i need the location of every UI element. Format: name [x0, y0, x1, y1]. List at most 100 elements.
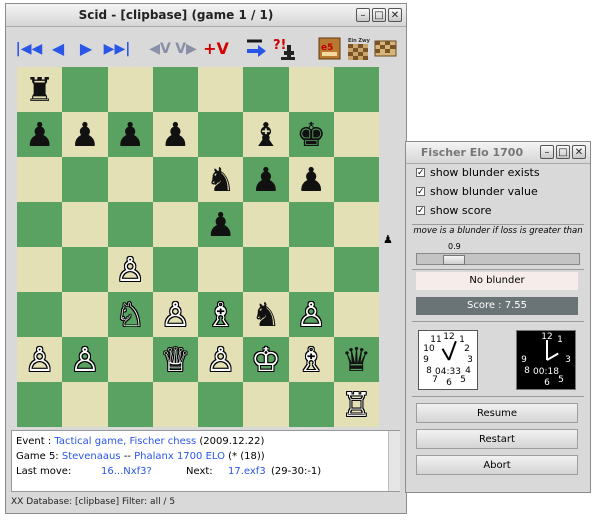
minimize-button[interactable]: –	[356, 8, 370, 22]
board-square[interactable]: ♙	[107, 247, 153, 292]
board-square[interactable]: ♜	[17, 67, 63, 112]
board-square[interactable]	[198, 247, 244, 292]
board-square[interactable]: ♟	[62, 112, 108, 157]
black-piece-icon[interactable]: ♞	[243, 292, 288, 337]
board-square[interactable]: ♛	[333, 337, 379, 382]
black-piece-icon[interactable]: ♟	[198, 202, 243, 247]
chess-board[interactable]: ♜ ♟ ♟ ♟ ♟ ♝ ♚ ♞ ♟ ♟ ♟ ♙ ♘ ♙ ♗ ♞ ♙ ♙ ♙ ♕ ♙ ♔ ♗ ♛ ♖	[17, 67, 379, 427]
white-piece-icon[interactable]: ♙	[62, 337, 107, 382]
black-piece-icon[interactable]: ♚	[289, 112, 334, 157]
forward-move-button[interactable]: ▶	[74, 35, 98, 63]
black-piece-icon[interactable]: ♜	[17, 67, 62, 112]
board-square[interactable]	[333, 112, 379, 157]
board-square[interactable]: ♕	[152, 337, 198, 382]
board-icon[interactable]	[374, 35, 398, 63]
add-variation-button[interactable]: +V	[203, 35, 229, 63]
last-move-link[interactable]: 16...Nxf3?	[101, 464, 152, 479]
board-square[interactable]	[62, 202, 108, 247]
board-square[interactable]: ♟	[107, 112, 153, 157]
black-piece-icon[interactable]: ♟	[17, 112, 62, 157]
board-square[interactable]: ♟	[198, 202, 244, 247]
option-show-score[interactable]: ✓ show score	[406, 201, 592, 220]
white-piece-icon[interactable]: ♙	[153, 292, 198, 337]
board-square[interactable]	[17, 202, 63, 247]
board-square[interactable]	[17, 382, 63, 427]
white-piece-icon[interactable]: ♘	[108, 292, 153, 337]
white-piece-icon[interactable]: ♗	[289, 337, 334, 382]
board-square[interactable]: ♞	[198, 157, 244, 202]
board-square[interactable]	[333, 157, 379, 202]
board-square[interactable]	[17, 157, 63, 202]
next-move-link[interactable]: 17.exf3	[228, 464, 266, 479]
fischer-close-button[interactable]: ✕	[572, 145, 586, 159]
black-piece-icon[interactable]: ♝	[243, 112, 288, 157]
board-square[interactable]	[288, 247, 334, 292]
board-square[interactable]: ♔	[243, 337, 289, 382]
fischer-minimize-button[interactable]: –	[540, 145, 554, 159]
board-square[interactable]: ♙	[288, 292, 334, 337]
board-square[interactable]: ♗	[198, 292, 244, 337]
blunder-exists-checkbox[interactable]: ✓	[416, 168, 425, 178]
black-player-link[interactable]: Phalanx 1700 ELO	[134, 451, 225, 462]
option-blunder-exists[interactable]: ✓ show blunder exists	[406, 163, 592, 182]
black-piece-icon[interactable]: ♟	[153, 112, 198, 157]
board-square[interactable]: ♖	[333, 382, 379, 427]
board-square[interactable]	[288, 382, 334, 427]
board-square[interactable]	[62, 157, 108, 202]
show-score-checkbox[interactable]: ✓	[416, 206, 425, 216]
event-link[interactable]: Tactical game, Fischer chess	[54, 436, 196, 447]
board-square[interactable]: ♚	[288, 112, 334, 157]
engine-board-icon[interactable]: Ein Zwy	[346, 35, 371, 63]
board-square[interactable]: ♟	[152, 112, 198, 157]
white-piece-icon[interactable]: ♙	[198, 337, 243, 382]
white-player-link[interactable]: Stevenaaus	[62, 451, 121, 462]
engine-hint-icon[interactable]: ?!	[272, 35, 298, 63]
board-square[interactable]	[333, 67, 379, 112]
board-square[interactable]	[62, 247, 108, 292]
board-square[interactable]: ♟	[17, 112, 63, 157]
board-square[interactable]	[288, 67, 334, 112]
board-square[interactable]	[288, 202, 334, 247]
last-move-button[interactable]: ▶▶|	[102, 35, 132, 63]
board-square[interactable]	[333, 202, 379, 247]
resume-button[interactable]: Resume	[416, 403, 578, 423]
black-piece-icon[interactable]: ♞	[198, 157, 243, 202]
black-piece-icon[interactable]: ♟	[289, 157, 334, 202]
board-square[interactable]: ♙	[198, 337, 244, 382]
first-move-button[interactable]: |◀◀	[14, 35, 44, 63]
board-square[interactable]: ♙	[17, 337, 63, 382]
board-square[interactable]: ♙	[62, 337, 108, 382]
board-square[interactable]: ♘	[107, 292, 153, 337]
fischer-titlebar[interactable]: Fischer Elo 1700 – □ ✕	[406, 142, 590, 164]
white-piece-icon[interactable]: ♙	[108, 247, 153, 292]
board-square[interactable]	[243, 247, 289, 292]
board-square[interactable]	[17, 247, 63, 292]
blunder-value-checkbox[interactable]: ✓	[416, 187, 425, 197]
back-move-button[interactable]: ◀	[46, 35, 70, 63]
board-square[interactable]: ♟	[243, 157, 289, 202]
board-square[interactable]	[198, 382, 244, 427]
restart-button[interactable]: Restart	[416, 429, 578, 449]
board-square[interactable]	[152, 202, 198, 247]
board-square[interactable]	[107, 202, 153, 247]
board-square[interactable]	[62, 67, 108, 112]
tree-icon[interactable]: e5	[318, 35, 342, 63]
board-square[interactable]	[62, 292, 108, 337]
board-square[interactable]	[107, 67, 153, 112]
white-piece-icon[interactable]: ♙	[17, 337, 62, 382]
maximize-button[interactable]: □	[372, 8, 386, 22]
black-piece-icon[interactable]: ♛	[334, 337, 379, 382]
board-square[interactable]: ♙	[152, 292, 198, 337]
black-piece-icon[interactable]: ♟	[243, 157, 288, 202]
board-square[interactable]	[243, 382, 289, 427]
board-square[interactable]	[152, 157, 198, 202]
board-square[interactable]	[152, 67, 198, 112]
board-square[interactable]	[107, 337, 153, 382]
main-titlebar[interactable]: Scid - [clipbase] (game 1 / 1) – □ ✕	[6, 4, 406, 27]
variation-back-button[interactable]: ◀V	[148, 35, 172, 63]
board-square[interactable]	[152, 247, 198, 292]
board-square[interactable]	[333, 247, 379, 292]
board-square[interactable]: ♝	[243, 112, 289, 157]
white-piece-icon[interactable]: ♙	[289, 292, 334, 337]
board-square[interactable]	[17, 292, 63, 337]
